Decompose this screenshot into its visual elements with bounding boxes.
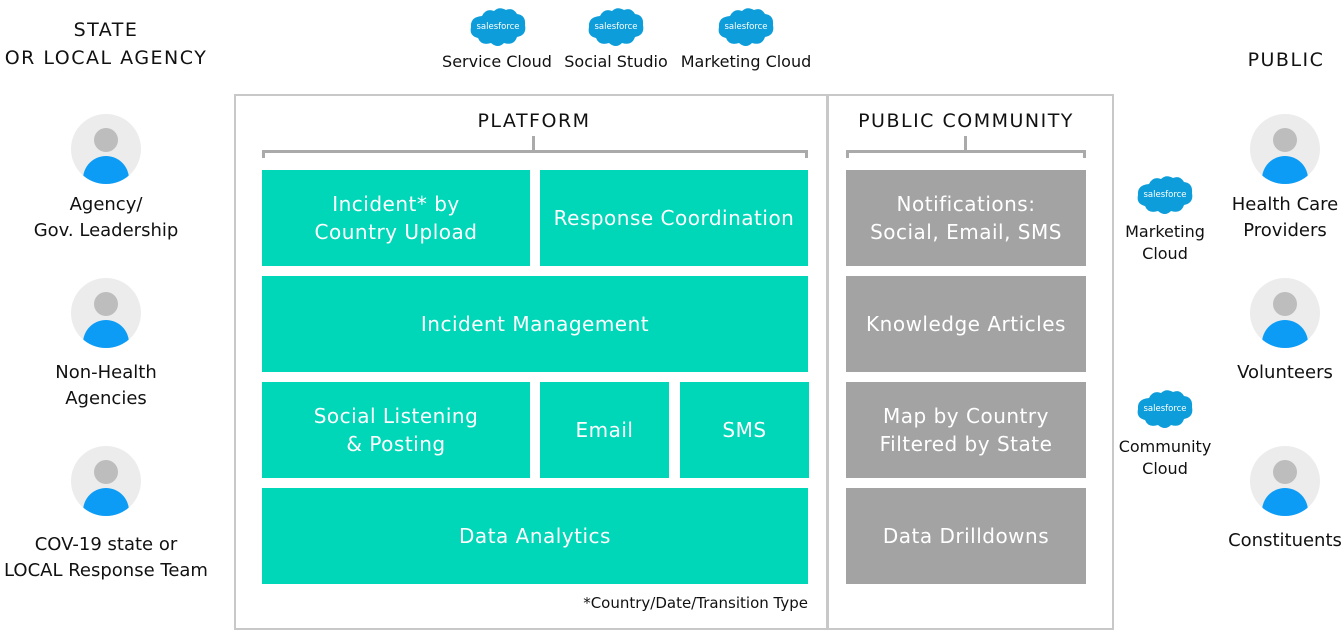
platform-footnote: *Country/Date/Transition Type	[583, 594, 808, 612]
right-column-heading: PUBLIC	[1247, 49, 1325, 71]
salesforce-logo-text: salesforce	[1143, 404, 1186, 414]
salesforce-cloud-logo-icon: salesforce	[1137, 390, 1193, 428]
left-column-heading: STATE OR LOCAL AGENCY	[0, 16, 212, 72]
salesforce-cloud-logo-icon: salesforce	[588, 8, 644, 47]
person-avatar-icon	[71, 114, 141, 184]
persona-constituents: Constituents	[1228, 530, 1342, 551]
persona-label-line1: Agency/	[69, 194, 143, 215]
product-label-social-studio: Social Studio	[564, 52, 668, 71]
tile-text-line2: Country Upload	[314, 220, 478, 244]
person-avatar-icon	[1250, 446, 1320, 516]
tile-text-line2: Filtered by State	[879, 432, 1053, 456]
public-community-title: PUBLIC COMMUNITY	[858, 110, 1074, 132]
person-avatar-icon	[1250, 114, 1320, 184]
product-label-line2: Cloud	[1142, 459, 1188, 478]
salesforce-cloud-logo-icon: salesforce	[1137, 176, 1193, 214]
salesforce-logo-text: salesforce	[594, 22, 637, 32]
left-heading-line1: STATE	[73, 19, 139, 41]
tile-social-listening-posting: Social Listening & Posting	[262, 382, 530, 478]
tile-map-by-country: Map by Country Filtered by State	[846, 382, 1086, 478]
persona-label-line1: Health Care	[1231, 194, 1339, 215]
tile-response-coordination: Response Coordination	[540, 170, 808, 266]
salesforce-cloud-logo-icon: salesforce	[718, 8, 774, 47]
persona-label-line1: Non-Health	[55, 362, 157, 383]
persona-label-line2: Agencies	[65, 388, 147, 409]
tile-data-drilldowns: Data Drilldowns	[846, 488, 1086, 584]
persona-non-health-agencies: Non-Health Agencies	[0, 360, 212, 412]
tile-text-line2: Social, Email, SMS	[870, 220, 1062, 244]
product-label-line1: Community	[1118, 437, 1212, 456]
salesforce-logo-text: salesforce	[476, 22, 519, 32]
person-avatar-icon	[71, 278, 141, 348]
platform-title: PLATFORM	[477, 110, 591, 132]
person-avatar-icon	[1250, 278, 1320, 348]
product-label-service-cloud: Service Cloud	[442, 52, 552, 71]
person-avatar-icon	[71, 446, 141, 516]
left-heading-line2: OR LOCAL AGENCY	[4, 47, 208, 69]
tile-text-line1: Social Listening	[313, 404, 479, 428]
tile-text-line1: Notifications:	[896, 192, 1036, 216]
tile-text-line1: Incident* by	[332, 192, 460, 216]
persona-label-line2: LOCAL Response Team	[4, 560, 208, 581]
tile-email: Email	[540, 382, 669, 478]
product-label-line2: Cloud	[1142, 244, 1188, 263]
product-label-line1: Marketing	[1125, 222, 1205, 241]
persona-health-care-providers: Health Care Providers	[1220, 192, 1344, 244]
persona-label-line2: Gov. Leadership	[33, 220, 179, 241]
tile-incident-management: Incident Management	[262, 276, 808, 372]
product-label-marketing-cloud: Marketing Cloud	[680, 52, 812, 71]
tile-notifications: Notifications: Social, Email, SMS	[846, 170, 1086, 266]
product-label-marketing-cloud-side: Marketing Cloud	[1115, 221, 1215, 265]
tile-data-analytics: Data Analytics	[262, 488, 808, 584]
tile-text-line1: Map by Country	[883, 404, 1049, 428]
tile-sms: SMS	[680, 382, 809, 478]
platform-bracket-stem	[532, 136, 535, 150]
tile-text-line2: & Posting	[346, 432, 446, 456]
salesforce-logo-text: salesforce	[724, 22, 767, 32]
salesforce-cloud-logo-icon: salesforce	[470, 8, 526, 47]
community-bracket	[846, 150, 1086, 158]
persona-volunteers: Volunteers	[1237, 362, 1333, 383]
product-label-community-cloud: Community Cloud	[1110, 436, 1220, 480]
platform-bracket	[262, 150, 808, 158]
salesforce-logo-text: salesforce	[1143, 190, 1186, 200]
persona-agency-leadership: Agency/ Gov. Leadership	[0, 192, 212, 244]
tile-incident-country-upload: Incident* by Country Upload	[262, 170, 530, 266]
persona-label-line2: Providers	[1243, 220, 1327, 241]
persona-response-team: COV-19 state or LOCAL Response Team	[0, 532, 212, 584]
community-bracket-stem	[964, 136, 967, 150]
persona-label-line1: COV-19 state or	[34, 534, 178, 555]
tile-knowledge-articles: Knowledge Articles	[846, 276, 1086, 372]
